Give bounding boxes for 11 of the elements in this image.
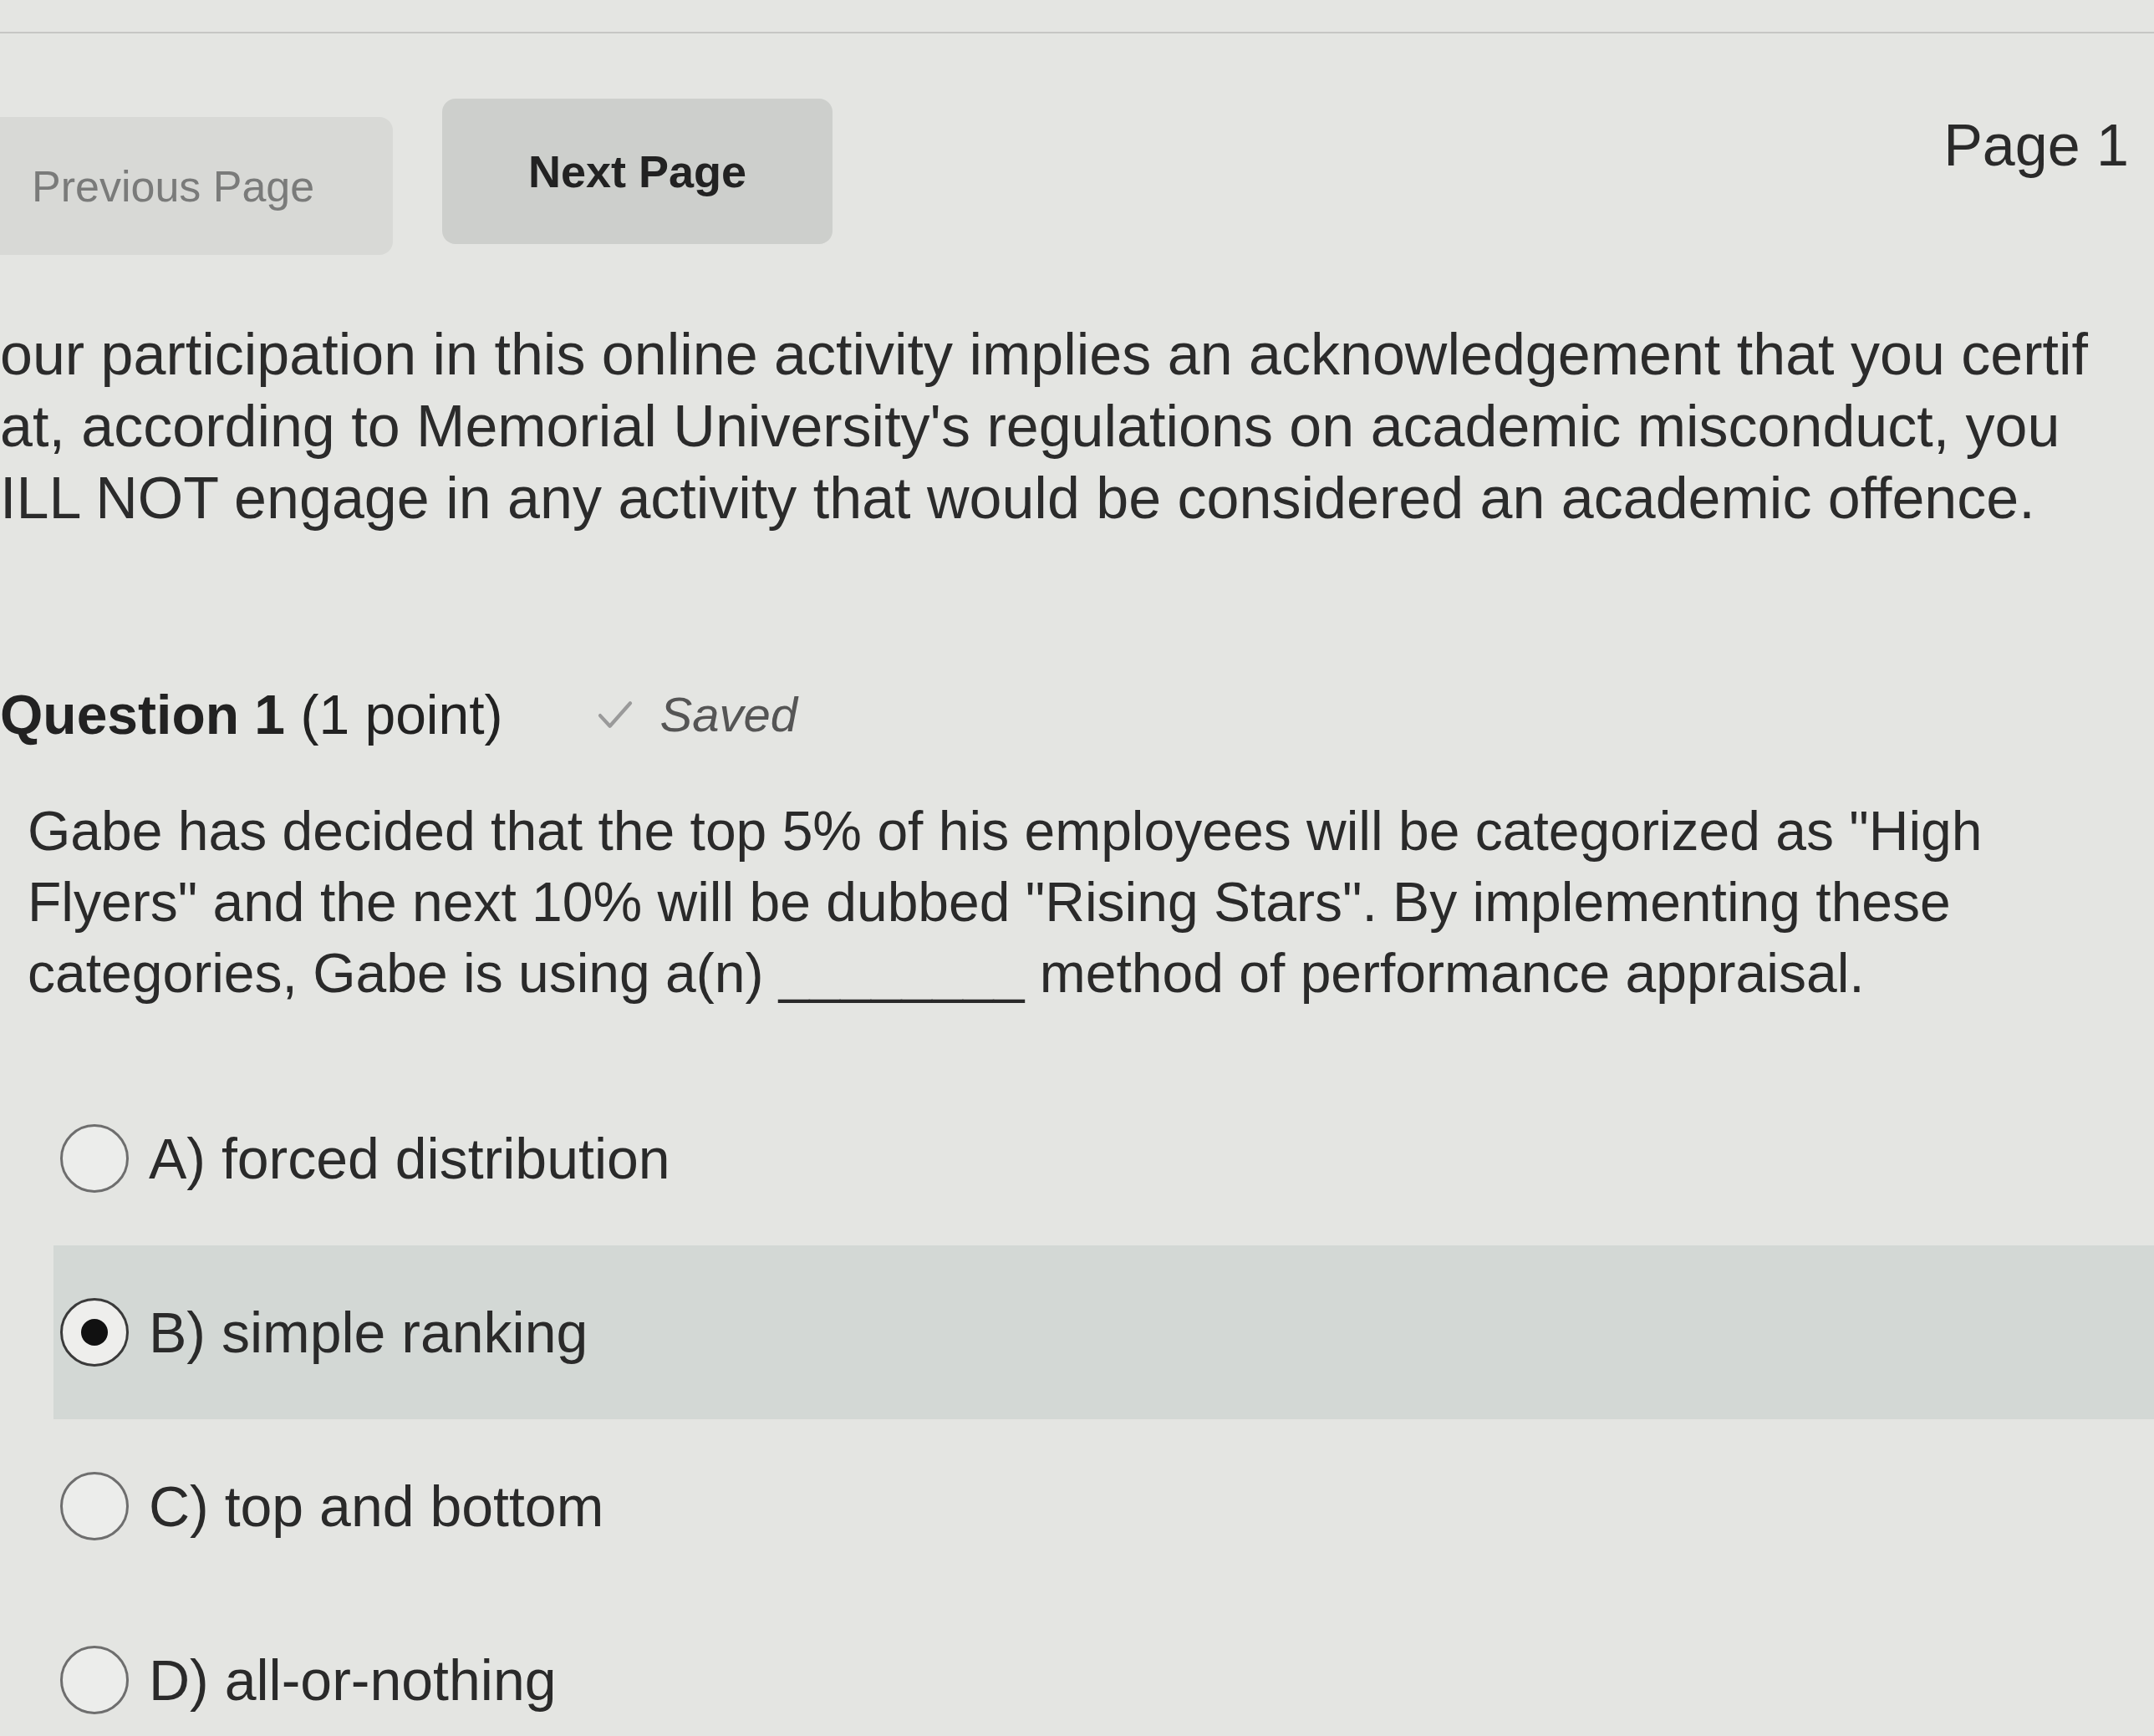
notice-paragraph: our participation in this online activity implies an acknowledgement that you certif at, according to Memorial University's regulations on academic misconduct, you ILL NOT engage in any activity that would be considered an academic offence. [0,321,2089,532]
check-icon [596,699,634,730]
answer-option[interactable]: A) forced distribution [53,1116,670,1201]
next-page-button[interactable]: Next Page [442,99,833,244]
answer-option[interactable]: B) simple ranking [53,1290,588,1375]
question-text: Gabe has decided that the top 5% of his employees will be categorized as "High Flyers" and the next 10% will be dubbed "Rising Stars". By implementing these categories, Gabe is using a(n) ________ method of performance appraisal. [27,799,1983,1005]
answer-option[interactable]: D) all-or-nothing [53,1637,557,1723]
question-title: Question 1 (1 point) [0,682,503,747]
saved-status: Saved [659,686,797,743]
answer-option[interactable]: C) top and bottom [53,1464,604,1549]
page-indicator: Page 1 [1943,112,2129,179]
